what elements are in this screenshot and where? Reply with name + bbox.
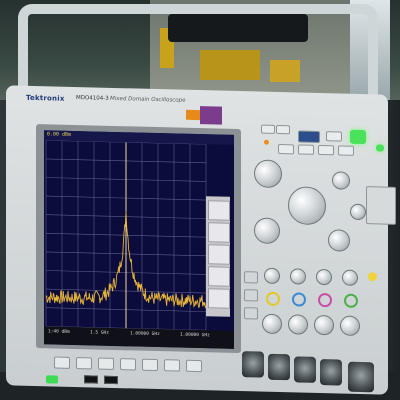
ch3-button[interactable] [318,292,332,308]
reference-level-label: 0.00 dBm [47,131,72,138]
multipurpose-knob-a[interactable] [254,159,282,189]
panel-button[interactable] [276,124,290,135]
ch4-scale-knob[interactable] [340,315,360,336]
panel-button[interactable] [261,124,275,134]
keypad-cluster[interactable] [366,186,396,225]
ch1-indicator [368,272,377,282]
small-knob[interactable] [350,203,366,221]
ch2-button[interactable] [292,292,306,307]
spec-badge [186,109,200,121]
bottom-softkey[interactable] [54,356,70,369]
readout-value: 1.00000 GHz [180,332,210,339]
run-mode-button[interactable] [298,130,320,144]
ch4-button[interactable] [344,293,358,308]
side-menu-item[interactable] [208,222,230,243]
horizontal-position-knob[interactable] [328,229,350,252]
display-screen: 0.00 dBm 1:40 dBm 1.5 GHz 1.00000 GHz 1.… [44,130,234,349]
readout-value: 1.5 GHz [90,330,109,336]
handle-grip [168,14,308,42]
carry-handle [18,4,378,100]
side-menu-item[interactable] [208,288,230,309]
bottom-softkey[interactable] [142,358,158,372]
channel-button[interactable] [244,307,258,320]
horizontal-scale-knob[interactable] [288,186,326,226]
panel-button[interactable] [298,144,314,155]
side-menu-item[interactable] [208,266,230,287]
side-menu [206,196,230,317]
ch3-scale-knob[interactable] [314,314,334,336]
panel-button[interactable] [318,144,334,156]
ch1-scale-knob[interactable] [262,313,282,335]
ch1-position-knob[interactable] [264,267,280,285]
bottom-softkey[interactable] [98,357,114,370]
channel-button[interactable] [244,271,258,284]
ch2-scale-knob[interactable] [288,314,308,335]
multipurpose-knob-b[interactable] [254,217,280,245]
bottom-softkey[interactable] [120,358,136,371]
bottom-softkey[interactable] [76,357,92,370]
power-button[interactable] [46,375,58,384]
single-led [376,144,384,152]
ch1-button[interactable] [266,291,280,307]
ch3-bnc-connector[interactable] [294,356,316,383]
model-subtitle: Mixed Domain Oscilloscope [110,95,186,104]
usb-port[interactable] [84,375,98,384]
spec-badge [200,106,222,125]
panel-button[interactable] [278,143,294,155]
model-number: MDO4104-3 [76,95,109,102]
ch4-bnc-connector[interactable] [320,359,342,386]
side-menu-item[interactable] [208,244,230,265]
brand-logo: Tektronix [26,93,65,103]
ch3-position-knob[interactable] [316,268,332,286]
ch2-bnc-connector[interactable] [268,353,290,381]
rf-input-connector[interactable] [348,361,374,393]
oscilloscope: Tektronix MDO4104-3 Mixed Domain Oscillo… [6,85,396,395]
trigger-level-knob[interactable] [332,171,350,190]
ch2-position-knob[interactable] [290,268,306,285]
run-stop-button[interactable] [350,129,366,145]
photo-scene: Tektronix MDO4104-3 Mixed Domain Oscillo… [0,0,400,400]
readout-value: 1.00000 GHz [130,331,160,338]
usb-port[interactable] [104,375,118,385]
bottom-softkey[interactable] [186,359,202,373]
ch4-position-knob[interactable] [342,269,358,286]
bottom-softkey[interactable] [164,359,180,372]
status-led [264,139,269,145]
panel-button[interactable] [326,131,342,142]
ch1-bnc-connector[interactable] [242,351,264,378]
readout-value: 1:40 dBm [48,329,70,335]
side-menu-item[interactable] [208,200,230,221]
panel-button[interactable] [338,145,354,156]
channel-button[interactable] [244,289,258,302]
